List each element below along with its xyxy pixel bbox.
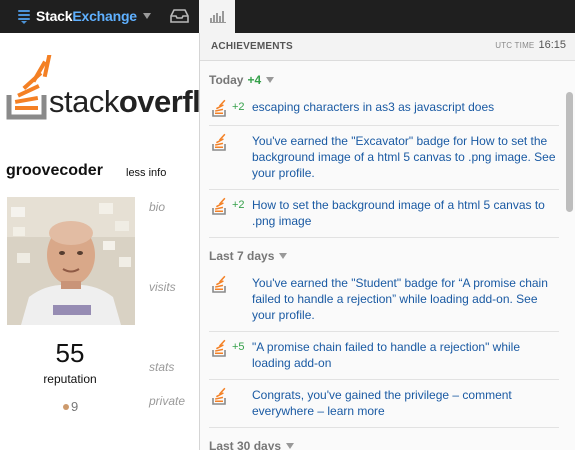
item-delta-spacer [232,133,248,181]
list-item[interactable]: +5 "A promise chain failed to handle a r… [209,332,559,380]
stackexchange-menu-button[interactable]: StackExchange [18,8,151,24]
less-info-link[interactable]: less info [126,167,166,179]
stackoverflow-icon [212,133,226,151]
profile-username: groovecoder [6,162,103,179]
bronze-badge-count[interactable]: 9 [63,399,78,414]
utc-time: 16:15 [538,39,566,51]
stackoverflow-icon [212,275,226,293]
stackexchange-icon [18,9,30,24]
item-delta-spacer [232,275,248,323]
achievements-header: ACHIEVEMENTS UTC TIME 16:15 [200,33,575,61]
avatar-photo [7,197,135,325]
achievements-icon [210,11,226,23]
achievements-title: ACHIEVEMENTS [211,41,293,52]
item-link[interactable]: You've earned the "Student" badge for “A… [252,275,559,323]
achievements-button[interactable] [199,0,235,33]
stackoverflow-icon [212,339,226,357]
item-reputation-delta: +2 [232,199,245,211]
stackoverflow-logo[interactable]: stackoverfl [6,55,200,125]
utc-label: UTC TIME [495,41,535,50]
item-link[interactable]: escaping characters in as3 as javascript… [252,99,494,117]
chevron-down-icon [142,13,151,19]
reputation-value: 55 [55,338,85,368]
list-item[interactable]: +2 escaping characters in as3 as javascr… [209,92,559,126]
stackexchange-brand: StackExchange [36,8,137,24]
bronze-badge-icon [63,403,69,410]
item-link[interactable]: You've earned the "Excavator" badge for … [252,133,559,181]
reputation-label: reputation [43,372,97,386]
list-item[interactable]: Congrats, you've gained the privilege – … [209,380,559,428]
inbox-button[interactable] [162,0,198,33]
private-label: private [149,394,186,408]
section-reputation-delta: +4 [247,72,262,87]
item-reputation-delta: +5 [232,341,245,353]
utc-clock: UTC TIME 16:15 [495,39,566,51]
scrollbar-thumb[interactable] [566,92,573,212]
inbox-icon [170,9,189,23]
item-delta-spacer [232,387,248,419]
section-label: Last 30 days [209,438,282,450]
scrollbar[interactable] [564,62,574,450]
list-item[interactable]: You've earned the "Excavator" badge for … [209,126,559,190]
avatar [7,197,135,325]
list-item[interactable]: +2 How to set the background image of a … [209,190,559,238]
section-label: Last 7 days [209,248,275,263]
chevron-down-icon [286,443,295,449]
stats-label: stats [149,360,175,374]
section-last-7-days[interactable]: Last 7 days [200,238,562,268]
section-today[interactable]: Today +4 [200,62,562,92]
item-link[interactable]: Congrats, you've gained the privilege – … [252,387,559,419]
chevron-down-icon [266,77,275,83]
stackoverflow-icon [212,387,226,405]
chevron-down-icon [279,253,288,259]
visits-label: visits [149,280,176,294]
achievements-panel: ACHIEVEMENTS UTC TIME 16:15 Today +4 +2 … [199,33,575,450]
list-item[interactable]: You've earned the "Student" badge for “A… [209,268,559,332]
item-link[interactable]: "A promise chain failed to handle a reje… [252,339,559,371]
section-label: Today [209,72,244,87]
section-last-30-days[interactable]: Last 30 days [200,428,562,450]
stackoverflow-wordmark: stackoverfl [49,84,200,119]
item-reputation-delta: +2 [232,101,245,113]
item-link[interactable]: How to set the background image of a htm… [252,197,559,229]
top-bar: StackExchange [0,0,575,33]
bronze-badge-value: 9 [71,399,79,414]
stackoverflow-icon [212,197,226,215]
stackoverflow-icon [212,99,226,117]
achievements-list[interactable]: Today +4 +2 escaping characters in as3 a… [200,62,562,450]
stackoverflow-logo-icon [6,55,52,120]
bio-label: bio [149,200,166,214]
